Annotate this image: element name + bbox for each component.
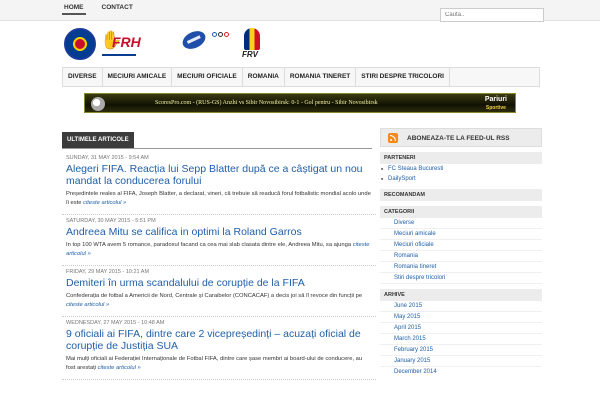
top-bar: HOME CONTACT — [0, 0, 600, 22]
archive-link[interactable]: January 2015 — [380, 356, 542, 367]
football-icon — [91, 97, 105, 111]
nav-item-romania-tineret[interactable]: ROMANIA TINERET — [285, 68, 357, 86]
top-nav: HOME CONTACT — [62, 4, 135, 15]
partner-link[interactable]: DailySport — [380, 174, 542, 184]
recommended-widget: RECOMANDAM — [380, 189, 542, 201]
rss-feed-link[interactable]: ABONEAZA-TE LA FEED-UL RSS — [380, 128, 542, 147]
article-date: WEDNESDAY, 27 MAY 2015 - 10:48 AM — [66, 320, 165, 326]
archive-link[interactable]: December 2014 — [380, 367, 542, 377]
topnav-contact-link[interactable]: CONTACT — [100, 4, 135, 15]
main-nav: DIVERSE MECIURI AMICALE MECIURI OFICIALE… — [62, 67, 540, 87]
categories-widget: CATEGORII Diverse Meciuri amicale Meciur… — [380, 206, 542, 284]
article-date: SATURDAY, 30 MAY 2015 - 5:51 PM — [66, 218, 156, 224]
read-more-link[interactable]: citeste articolul » — [98, 365, 141, 371]
rss-label: ABONEAZA-TE LA FEED-UL RSS — [407, 135, 510, 142]
section-title: ULTIMELE ARTICOLE — [62, 132, 134, 148]
frh-logo-text: FRH — [112, 34, 141, 50]
nav-item-romania[interactable]: ROMANIA — [243, 68, 285, 86]
article-excerpt: Confederația de fotbal a Americii de Nor… — [66, 293, 363, 308]
sidebar: ABONEAZA-TE LA FEED-UL RSS PARTENERI FC … — [380, 128, 542, 400]
live-score-ticker[interactable]: ScoresPro.com - (RUS-GS) Anzhi vs Sibir … — [84, 93, 516, 113]
read-more-link[interactable]: citeste articolul » — [83, 200, 126, 206]
rugby-ball-icon — [179, 27, 209, 53]
article-title-link[interactable]: Demiteri în urma scandalului de corupție… — [66, 277, 372, 289]
nav-item-stiri-despre-tricolori[interactable]: STIRI DESPRE TRICOLORI — [356, 68, 450, 86]
article-item: SATURDAY, 30 MAY 2015 - 5:51 PM Andreea … — [62, 215, 376, 266]
article-list: SUNDAY, 31 MAY 2015 - 9:54 AM Alegeri FI… — [62, 152, 376, 380]
olympic-rings-icon — [212, 32, 242, 37]
archive-link[interactable]: April 2015 — [380, 323, 542, 334]
topnav-home-link[interactable]: HOME — [62, 4, 86, 15]
partner-link[interactable]: FC Steaua Bucuresti — [380, 164, 542, 174]
category-link[interactable]: Romania — [380, 251, 542, 262]
recommended-heading: RECOMANDAM — [380, 189, 542, 201]
read-more-link[interactable]: citeste articolul » — [66, 302, 109, 308]
nav-item-meciuri-oficiale[interactable]: MECIURI OFICIALE — [172, 68, 243, 86]
ticker-brand[interactable]: Pariuri Sportive — [485, 96, 507, 112]
ticker-text[interactable]: ScoresPro.com - (RUS-GS) Anzhi vs Sibir … — [155, 100, 378, 106]
olympic-committee-logo[interactable] — [212, 32, 242, 60]
frh-logo[interactable]: ✋ FRH — [100, 30, 141, 56]
frf-logo[interactable] — [64, 28, 96, 60]
categories-heading: CATEGORII — [380, 206, 542, 218]
category-link[interactable]: Diverse — [380, 218, 542, 229]
article-title-link[interactable]: Alegeri FIFA. Reacția lui Sepp Blatter d… — [66, 163, 372, 187]
archive-link[interactable]: March 2015 — [380, 334, 542, 345]
rss-icon — [388, 133, 398, 143]
article-date: SUNDAY, 31 MAY 2015 - 9:54 AM — [66, 155, 149, 161]
partner-logos: ✋ FRH FRV — [62, 26, 262, 62]
article-excerpt: Mai mulți oficiali ai Federației Interna… — [66, 356, 363, 371]
article-date: FRIDAY, 29 MAY 2015 - 10:21 AM — [66, 269, 150, 275]
article-excerpt: Președintele reales al FIFA, Joseph Blat… — [66, 191, 371, 206]
category-link[interactable]: Meciuri oficiale — [380, 240, 542, 251]
nav-item-diverse[interactable]: DIVERSE — [63, 68, 103, 86]
search-input[interactable] — [440, 8, 544, 22]
frv-logo[interactable]: FRV — [242, 28, 262, 60]
main-content: ULTIMELE ARTICOLE SUNDAY, 31 MAY 2015 - … — [62, 128, 376, 400]
article-item: FRIDAY, 29 MAY 2015 - 10:21 AM Demiteri … — [62, 266, 376, 317]
partners-widget: PARTENERI FC Steaua Bucuresti DailySport — [380, 152, 542, 184]
article-title-link[interactable]: Andreea Mitu se califica in optimi la Ro… — [66, 226, 372, 238]
archive-link[interactable]: May 2015 — [380, 312, 542, 323]
archive-heading: ARHIVE — [380, 289, 542, 301]
archive-link[interactable]: February 2015 — [380, 345, 542, 356]
frv-logo-text: FRV — [242, 50, 258, 59]
partners-heading: PARTENERI — [380, 152, 542, 164]
category-link[interactable]: Romania tineret — [380, 262, 542, 273]
category-link[interactable]: Meciuri amicale — [380, 229, 542, 240]
nav-item-meciuri-amicale[interactable]: MECIURI AMICALE — [103, 68, 173, 86]
article-item: SUNDAY, 31 MAY 2015 - 9:54 AM Alegeri FI… — [62, 152, 376, 215]
archive-link[interactable]: June 2015 — [380, 301, 542, 312]
archive-widget: ARHIVE June 2015 May 2015 April 2015 Mar… — [380, 289, 542, 377]
article-item: WEDNESDAY, 27 MAY 2015 - 10:48 AM 9 ofic… — [62, 317, 376, 380]
article-title-link[interactable]: 9 oficiali ai FIFA, dintre care 2 vicepr… — [66, 328, 372, 352]
article-excerpt: In top 100 WTA avem 5 romance, paradoxul… — [66, 242, 370, 257]
divider — [62, 148, 372, 149]
rugby-logo[interactable] — [179, 27, 209, 54]
romania-flag-icon — [244, 28, 260, 50]
category-link[interactable]: Stiri despre tricolori — [380, 273, 542, 284]
